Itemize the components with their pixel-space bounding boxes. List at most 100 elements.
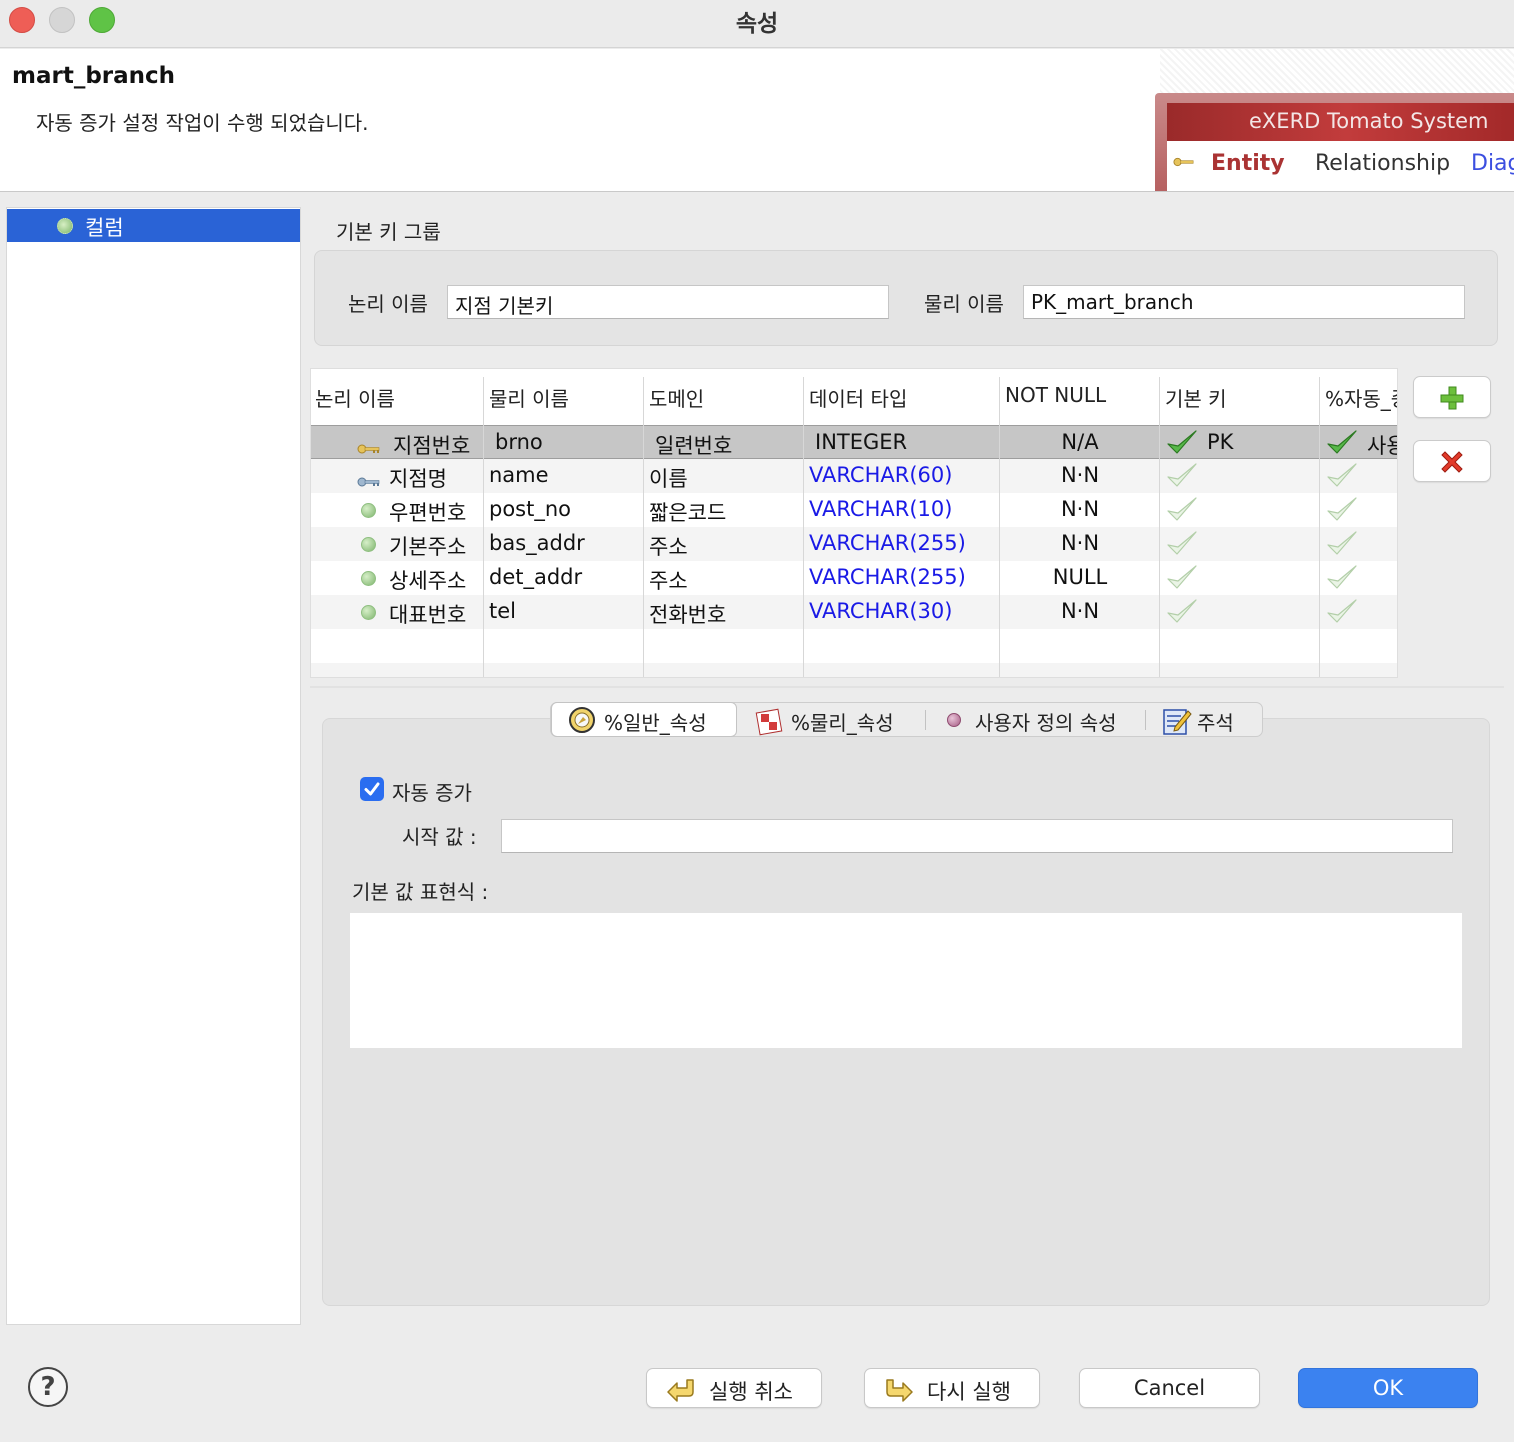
table-row[interactable]: 지점명 name 이름 VARCHAR(60) N·N (311, 459, 1397, 493)
check-disabled-icon (1165, 529, 1199, 557)
checkmark-icon (364, 782, 380, 796)
physical-props-icon (755, 708, 783, 736)
table-row-empty (311, 663, 1397, 677)
cell-data-type: VARCHAR(255) (809, 531, 966, 555)
check-icon (1325, 428, 1359, 456)
table-header: 논리 이름 물리 이름 도메인 데이터 타입 NOT NULL 기본 키 %자동… (311, 369, 1397, 425)
cell-not-null: N·N (1060, 531, 1100, 555)
section-divider (310, 686, 1504, 688)
brand-tab-relationship: Relationship (1315, 151, 1451, 176)
cell-data-type: VARCHAR(10) (809, 497, 953, 521)
check-disabled-icon (1165, 495, 1199, 523)
entity-name: mart_branch (12, 63, 176, 89)
start-value-label: 시작 값 : (402, 825, 477, 849)
table-row[interactable]: 지점번호 brno 일련번호 INTEGER N/A PK 사용 (311, 425, 1397, 459)
header-auto-increment[interactable]: %자동_증 (1325, 383, 1397, 412)
ok-button[interactable]: OK (1298, 1368, 1478, 1408)
header-data-type[interactable]: 데이터 타입 (809, 383, 907, 412)
cell-not-null: NULL (1052, 565, 1108, 589)
cell-logical-name: 우편번호 (389, 501, 467, 525)
column-icon (57, 218, 73, 234)
table-row[interactable]: 대표번호 tel 전화번호 VARCHAR(30) N·N (311, 595, 1397, 629)
header-domain[interactable]: 도메인 (649, 383, 704, 412)
column-divider (483, 377, 484, 677)
cell-physical-name: brno (495, 430, 543, 454)
cell-domain: 이름 (649, 467, 688, 491)
brand-title: eXERD Tomato System (1249, 109, 1489, 133)
check-disabled-icon (1325, 597, 1359, 625)
cell-physical-name: tel (489, 599, 516, 623)
comment-icon (1163, 709, 1192, 735)
column-dot-icon (361, 605, 376, 620)
cell-physical-name: post_no (489, 497, 572, 521)
brand-tab-entity: Entity (1211, 151, 1285, 176)
pk-columns-table: 논리 이름 물리 이름 도메인 데이터 타입 NOT NULL 기본 키 %자동… (310, 368, 1398, 678)
tab-physical-props[interactable]: %물리_속성 (741, 703, 921, 736)
tab-label: 사용자 정의 속성 (975, 711, 1117, 735)
header-primary-key[interactable]: 기본 키 (1165, 383, 1227, 412)
undo-label: 실행 취소 (709, 1380, 793, 1404)
window-title: 속성 (735, 11, 779, 37)
cell-domain: 주소 (649, 535, 688, 559)
brand-tab-diagram: Diag (1471, 151, 1514, 176)
cell-logical-name: 지점명 (389, 467, 447, 491)
start-value-input[interactable] (501, 819, 1453, 853)
cell-auto-increment: 사용 (1367, 434, 1397, 458)
header-logical-name[interactable]: 논리 이름 (315, 383, 395, 412)
help-button[interactable]: ? (28, 1367, 68, 1407)
status-message: 자동 증가 설정 작업이 수행 되었습니다. (36, 111, 369, 135)
cell-domain: 전화번호 (649, 603, 727, 627)
tree-item-columns[interactable]: 컬럼 (7, 209, 300, 242)
cell-not-null: N/A (1061, 430, 1099, 454)
key-icon (1173, 157, 1194, 167)
tab-general-props[interactable]: %일반_속성 (551, 702, 737, 737)
tab-separator (1145, 710, 1146, 730)
cancel-button[interactable]: Cancel (1079, 1368, 1260, 1408)
general-props-icon (569, 707, 595, 733)
add-column-button[interactable] (1413, 376, 1491, 418)
tree-item-label: 컬럼 (85, 216, 124, 240)
tab-label: %일반_속성 (604, 711, 707, 735)
tab-custom-props[interactable]: 사용자 정의 속성 (931, 703, 1141, 736)
logical-name-input[interactable]: 지점 기본키 (447, 285, 889, 319)
tab-separator (925, 710, 926, 730)
header-not-null[interactable]: NOT NULL (1005, 383, 1106, 407)
delete-icon (1441, 451, 1463, 473)
cell-data-type: VARCHAR(30) (809, 599, 953, 623)
default-expression-textarea[interactable] (350, 913, 1462, 1048)
table-row[interactable]: 우편번호 post_no 짧은코드 VARCHAR(10) N·N (311, 493, 1397, 527)
table-row[interactable]: 상세주소 det_addr 주소 VARCHAR(255) NULL (311, 561, 1397, 595)
check-disabled-icon (1165, 597, 1199, 625)
column-dot-icon (361, 571, 376, 586)
cancel-label: Cancel (1133, 1376, 1206, 1400)
check-disabled-icon (1325, 563, 1359, 591)
cell-domain: 일련번호 (655, 434, 733, 458)
window-titlebar: 속성 (0, 0, 1514, 48)
pk-group-title: 기본 키 그룹 (336, 220, 441, 244)
category-tree: 컬럼 (6, 207, 301, 1325)
column-dot-icon (361, 503, 376, 518)
table-row[interactable]: 기본주소 bas_addr 주소 VARCHAR(255) N·N (311, 527, 1397, 561)
column-divider (999, 377, 1000, 677)
column-dot-icon (361, 537, 376, 552)
auto-increment-label: 자동 증가 (392, 781, 472, 805)
remove-column-button[interactable] (1413, 440, 1491, 482)
redo-button[interactable]: 다시 실행 (864, 1368, 1040, 1408)
physical-name-input[interactable]: PK_mart_branch (1023, 285, 1465, 319)
undo-button[interactable]: 실행 취소 (646, 1368, 822, 1408)
cell-logical-name: 지점번호 (393, 434, 471, 458)
tab-label: %물리_속성 (791, 711, 894, 735)
check-disabled-icon (1165, 461, 1199, 489)
cell-physical-name: det_addr (489, 565, 583, 589)
cell-not-null: N·N (1060, 599, 1100, 623)
auto-increment-checkbox[interactable] (360, 777, 384, 801)
header-physical-name[interactable]: 물리 이름 (489, 383, 569, 412)
cell-not-null: N·N (1060, 497, 1100, 521)
cell-primary-key: PK (1207, 430, 1234, 454)
cell-domain: 짧은코드 (649, 501, 727, 525)
column-divider (1319, 377, 1320, 677)
column-divider (1159, 377, 1160, 677)
tab-comment[interactable]: 주석 (1151, 703, 1261, 736)
cell-data-type: VARCHAR(255) (809, 565, 966, 589)
cell-data-type: VARCHAR(60) (809, 463, 953, 487)
